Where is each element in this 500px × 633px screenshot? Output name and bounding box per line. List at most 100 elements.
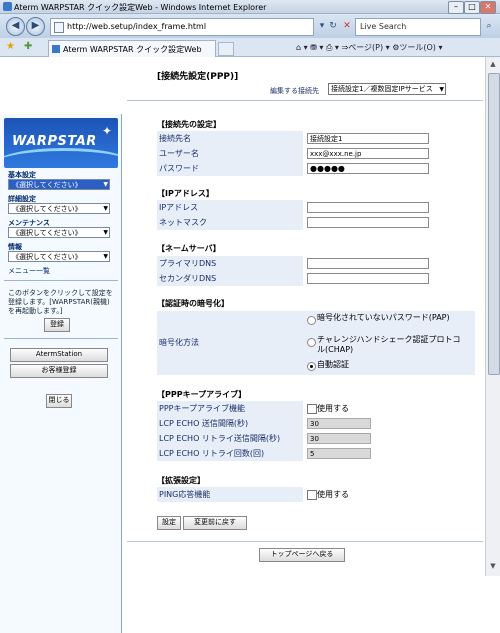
lcp-interval-row: LCP ECHO 送信間隔(秒) 30 <box>157 416 475 432</box>
basic-settings-select[interactable]: 《選択してください》 <box>8 179 110 190</box>
auth-chap-radio[interactable] <box>307 338 316 347</box>
address-url: http://web.setup/index_frame.html <box>67 22 207 31</box>
auth-auto-radio[interactable] <box>307 362 316 371</box>
close-frame-button[interactable]: 閉じる <box>46 394 72 408</box>
vertical-scrollbar[interactable]: ▲ ▼ <box>485 57 500 576</box>
info-select[interactable]: 《選択してください》 <box>8 251 110 262</box>
lcp-retry-interval-input[interactable]: 30 <box>307 433 371 444</box>
conn-name-input[interactable]: 接続設定1 <box>307 133 429 144</box>
address-bar[interactable]: http://web.setup/index_frame.html <box>50 18 314 36</box>
title-bar: Aterm WARPSTAR クイック設定Web - Windows Inter… <box>0 0 500 14</box>
advanced-settings-select[interactable]: 《選択してください》 <box>8 203 110 214</box>
auth-auto-label: 自動認証 <box>317 360 349 369</box>
keepalive-func-row: PPPキープアライブ機能 使用する <box>157 401 475 417</box>
search-input[interactable]: Live Search <box>355 18 481 36</box>
auth-heading: 【認証時の暗号化】 <box>157 299 229 308</box>
lcp-interval-label: LCP ECHO 送信間隔(秒) <box>159 419 249 428</box>
main-frame: [接続先設定(PPP)] 編集する接続先 接続設定1／複数固定IPサービス ▼ … <box>123 57 485 576</box>
dns2-input[interactable] <box>307 273 429 284</box>
lcp-retry-count-input[interactable]: 5 <box>307 448 371 459</box>
conn-name-label: 接続先名 <box>159 134 191 143</box>
ping-checkbox-label: 使用する <box>317 490 349 499</box>
revert-button[interactable]: 変更前に戻す <box>183 516 247 530</box>
customer-register-button[interactable]: お客様登録 <box>10 364 108 378</box>
netmask-row: ネットマスク <box>157 215 475 231</box>
dns1-row: プライマリDNS <box>157 256 475 272</box>
auth-pap-label: 暗号化されていないパスワード(PAP) <box>317 313 450 322</box>
address-toolbar: ◀ ▶ http://web.setup/index_frame.html ▾ … <box>0 14 500 38</box>
lcp-retry-interval-row: LCP ECHO リトライ送信間隔(秒) 30 <box>157 431 475 447</box>
lcp-retry-count-label: LCP ECHO リトライ回数(回) <box>159 449 265 458</box>
ip-address-heading: 【IPアドレス】 <box>157 189 214 198</box>
ip-input[interactable] <box>307 202 429 213</box>
menu-list-link[interactable]: メニュー一覧 <box>8 266 50 276</box>
section-divider <box>127 541 483 542</box>
register-button[interactable]: 登録 <box>44 318 70 332</box>
scroll-thumb[interactable] <box>488 73 500 375</box>
back-button[interactable]: ◀ <box>6 17 25 36</box>
ping-checkbox[interactable] <box>307 490 317 500</box>
add-favorites-icon[interactable]: ✚ <box>24 41 32 52</box>
window-title: Aterm WARPSTAR クイック設定Web - Windows Inter… <box>14 3 267 12</box>
forward-button[interactable]: ▶ <box>26 17 45 36</box>
password-label: パスワード <box>159 164 199 173</box>
chevron-down-icon: ▼ <box>439 86 444 93</box>
refresh-button[interactable]: ↻ <box>326 18 340 34</box>
keepalive-checkbox-label: 使用する <box>317 404 349 413</box>
username-row: ユーザー名 xxx@xxx.ne.jp <box>157 146 475 162</box>
back-to-top-button[interactable]: トップページへ戻る <box>259 548 345 562</box>
ip-row: IPアドレス <box>157 200 475 216</box>
keepalive-checkbox[interactable] <box>307 404 317 414</box>
page-title: [接続先設定(PPP)] <box>157 72 239 82</box>
lcp-interval-input[interactable]: 30 <box>307 418 371 429</box>
scroll-up-icon[interactable]: ▲ <box>488 60 498 70</box>
logo-text: WARPSTAR <box>12 134 97 149</box>
warpstar-logo: ✦ WARPSTAR <box>4 118 118 168</box>
extended-heading: 【拡張設定】 <box>157 476 205 485</box>
new-tab-button[interactable] <box>218 42 234 56</box>
auth-pap-radio[interactable] <box>307 316 316 325</box>
favorites-star-icon[interactable]: ★ <box>6 41 15 52</box>
register-note: このボタンをクリックして設定を登録します。[WARPSTAR(親機)を再起動しま… <box>8 289 113 315</box>
auth-label: 暗号化方法 <box>159 338 199 347</box>
netmask-input[interactable] <box>307 217 429 228</box>
left-frame: ✦ WARPSTAR 基本設定 《選択してください》 詳細設定 《選択してくださ… <box>0 114 122 633</box>
ie-icon <box>3 2 12 11</box>
netmask-label: ネットマスク <box>159 218 207 227</box>
close-window-button[interactable]: ✕ <box>480 1 496 14</box>
search-icon[interactable]: ⌕ <box>482 18 496 34</box>
dns-heading: 【ネームサーバ】 <box>157 244 221 253</box>
command-bar[interactable]: ⌂ ▾ ⛃ ▾ ⎙ ▾ ⇒ページ(P) ▾ ⚙ツール(O) ▾ <box>296 42 442 53</box>
tab-active[interactable]: Aterm WARPSTAR クイック設定Web <box>48 40 216 57</box>
ip-label: IPアドレス <box>159 203 199 212</box>
logo-swoosh <box>4 148 118 168</box>
ping-row: PING応答機能 使用する <box>157 487 475 503</box>
username-input[interactable]: xxx@xxx.ne.jp <box>307 148 429 159</box>
dns1-label: プライマリDNS <box>159 259 217 268</box>
set-button[interactable]: 設定 <box>157 516 181 530</box>
maximize-button[interactable]: □ <box>464 1 480 14</box>
auth-chap-label: チャレンジハンドシェーク認証プロトコル(CHAP) <box>317 335 461 354</box>
keepalive-func-label: PPPキープアライブ機能 <box>159 404 245 413</box>
conn-name-row: 接続先名 接続設定1 <box>157 131 475 147</box>
dns2-row: セカンダリDNS <box>157 271 475 287</box>
keepalive-heading: 【PPPキープアライブ】 <box>157 390 247 399</box>
dns1-input[interactable] <box>307 258 429 269</box>
minimize-button[interactable]: – <box>448 1 464 14</box>
dns2-label: セカンダリDNS <box>159 274 217 283</box>
tab-toolbar: ★ ✚ Aterm WARPSTAR クイック設定Web ⌂ ▾ ⛃ ▾ ⎙ ▾… <box>0 38 500 57</box>
lcp-retry-count-row: LCP ECHO リトライ回数(回) 5 <box>157 446 475 462</box>
stop-button[interactable]: ✕ <box>340 18 354 34</box>
ping-label: PING応答機能 <box>159 490 211 499</box>
editing-connection-label: 編集する接続先 <box>270 87 319 95</box>
editing-connection-select[interactable]: 接続設定1／複数固定IPサービス ▼ <box>328 83 446 95</box>
maintenance-select[interactable]: 《選択してください》 <box>8 227 110 238</box>
search-placeholder: Live Search <box>360 22 407 31</box>
lcp-retry-interval-label: LCP ECHO リトライ送信間隔(秒) <box>159 434 281 443</box>
scroll-down-icon[interactable]: ▼ <box>488 562 498 572</box>
password-input[interactable]: ●●●●● <box>307 163 429 174</box>
tab-title: Aterm WARPSTAR クイック設定Web <box>63 45 202 54</box>
left-divider <box>4 338 118 339</box>
star-icon: ✦ <box>101 124 112 138</box>
atermstation-button[interactable]: AtermStation <box>10 348 108 362</box>
